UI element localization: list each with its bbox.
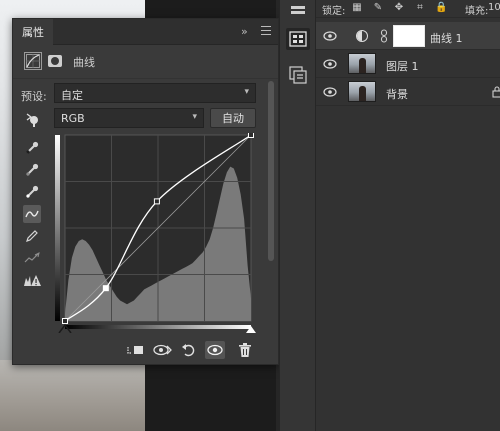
- eye-icon[interactable]: [323, 58, 337, 70]
- clip-to-layer-icon[interactable]: [125, 341, 145, 359]
- preset-value: 自定: [61, 89, 83, 102]
- eye-icon[interactable]: [323, 30, 337, 42]
- layer-name[interactable]: 图层 1: [386, 58, 419, 74]
- fill-label: 填充:: [465, 6, 489, 17]
- targeted-adjustment-icon[interactable]: [23, 111, 41, 127]
- properties-panel: 属性 » 曲线 预设: 自定 ▾ RGB ▾ 自动: [12, 18, 279, 365]
- layer-thumbnail[interactable]: [348, 53, 376, 74]
- chevron-down-icon: ▾: [192, 112, 197, 122]
- lock-label: 锁定:: [322, 6, 346, 17]
- adjustments-panel-icon[interactable]: [286, 28, 310, 50]
- properties-footer: [13, 335, 278, 365]
- panel-title: 曲线: [73, 56, 95, 69]
- tab-properties[interactable]: 属性: [13, 19, 53, 45]
- layer-row-layer1[interactable]: 图层 1: [316, 50, 500, 78]
- lock-image-pixels-icon[interactable]: ✎: [372, 2, 384, 14]
- lock-transparent-pixels-icon[interactable]: ▦: [351, 2, 363, 14]
- properties-tabbar: 属性 »: [13, 19, 278, 45]
- properties-scrollbar[interactable]: [267, 79, 275, 344]
- canvas-backdrop-lower: [0, 360, 145, 431]
- curve-control-point[interactable]: [102, 285, 109, 292]
- link-chain-icon[interactable]: [380, 29, 388, 43]
- lock-position-icon[interactable]: ✥: [393, 2, 405, 14]
- panel-menu-icon[interactable]: [261, 26, 271, 38]
- layer-name[interactable]: 曲线 1: [430, 30, 463, 46]
- layer-mask-thumbnail[interactable]: [393, 25, 425, 47]
- curve-control-point[interactable]: [153, 198, 160, 205]
- curve-control-point[interactable]: [62, 318, 68, 324]
- layers-panel: 锁定: ▦ ✎ ✥ ⌗ 🔒 填充: 100% 曲线 1 图层 1 背景: [316, 0, 500, 431]
- lock-all-icon[interactable]: 🔒: [435, 2, 447, 14]
- fill-value[interactable]: 100%: [488, 2, 500, 13]
- layer-row-background[interactable]: 背景: [316, 78, 500, 106]
- lock-artboard-icon[interactable]: ⌗: [414, 2, 426, 14]
- delete-trash-icon[interactable]: [235, 341, 255, 359]
- eyedropper-gray-icon[interactable]: [23, 161, 41, 179]
- mask-icon[interactable]: [46, 52, 64, 70]
- paragraph-styles-icon[interactable]: [286, 64, 310, 86]
- reset-icon[interactable]: [179, 341, 199, 359]
- scroll-thumb[interactable]: [268, 81, 274, 261]
- layer-name[interactable]: 背景: [386, 86, 408, 102]
- toggle-visibility-icon[interactable]: [205, 341, 225, 359]
- eyedropper-black-icon[interactable]: [23, 139, 41, 157]
- curves-graph[interactable]: [51, 132, 256, 334]
- collapse-panel-icon[interactable]: »: [241, 25, 248, 38]
- channel-dropdown[interactable]: RGB ▾: [54, 108, 204, 128]
- smooth-curve-icon[interactable]: [23, 249, 41, 267]
- layer-row-curves[interactable]: 曲线 1: [316, 22, 500, 50]
- curves-adjustment-icon: [356, 30, 368, 42]
- view-previous-state-icon[interactable]: [153, 341, 173, 359]
- pencil-icon[interactable]: [23, 227, 41, 245]
- lock-row: 锁定: ▦ ✎ ✥ ⌗ 🔒 填充: 100%: [316, 0, 500, 18]
- properties-header: 曲线: [13, 45, 278, 79]
- curves-adjustment-icon[interactable]: [24, 52, 42, 70]
- eyedropper-white-icon[interactable]: [23, 183, 41, 201]
- preset-dropdown[interactable]: 自定 ▾: [54, 83, 256, 103]
- curve-control-point[interactable]: [248, 132, 254, 138]
- curves-graph-svg[interactable]: [51, 132, 256, 334]
- preset-label: 预设:: [21, 90, 47, 103]
- input-gradient-bar: [65, 325, 251, 329]
- layer-thumbnail[interactable]: [348, 81, 376, 102]
- panel-icon-strip: [279, 0, 316, 431]
- auto-button[interactable]: 自动: [210, 108, 256, 128]
- channel-value: RGB: [61, 112, 85, 125]
- chevron-down-icon: ▾: [244, 87, 249, 97]
- edit-points-curve-icon[interactable]: [23, 205, 41, 223]
- eye-icon[interactable]: [323, 86, 337, 98]
- layer-lock-icon[interactable]: [492, 86, 500, 98]
- history-panel-icon[interactable]: [286, 0, 310, 22]
- output-gradient-bar: [55, 135, 60, 321]
- clipping-warning-icon[interactable]: [23, 271, 41, 289]
